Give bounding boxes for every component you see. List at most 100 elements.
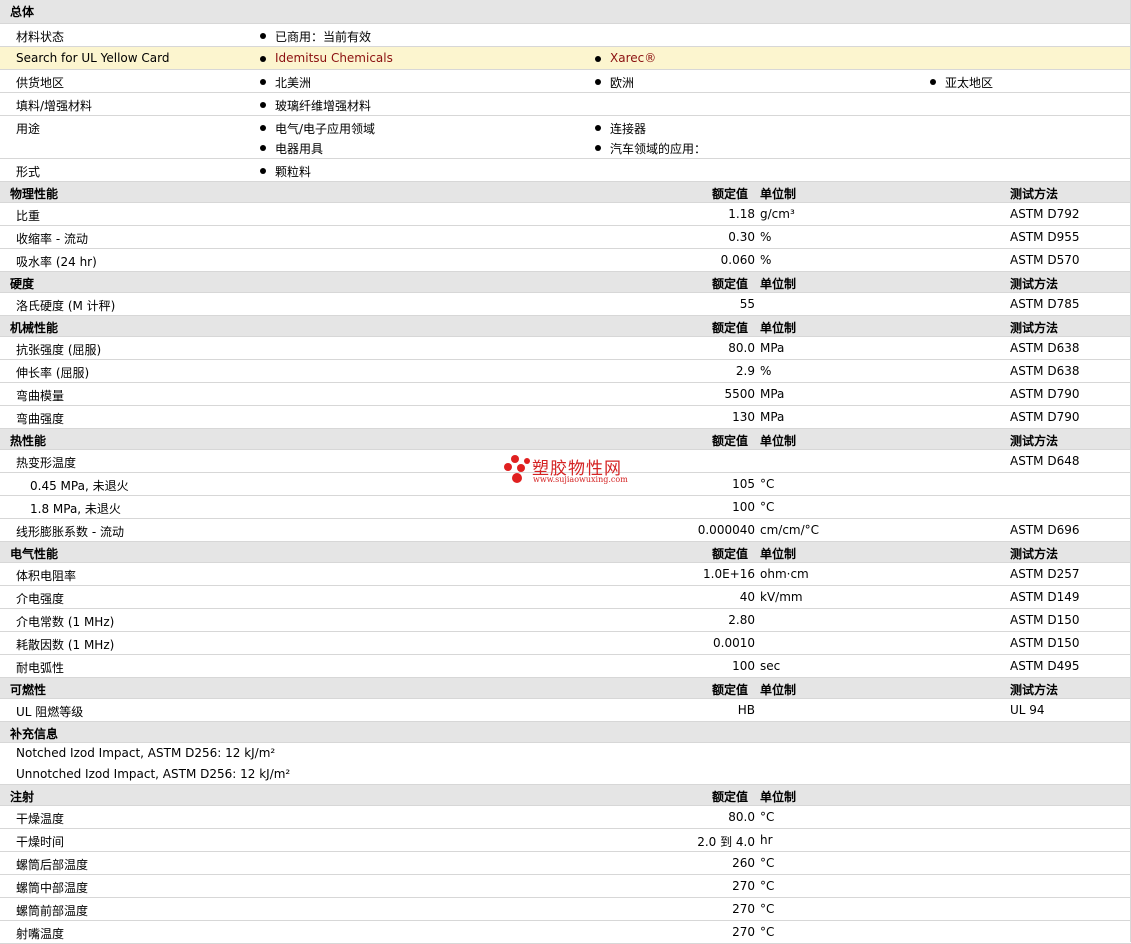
- watermark-url: www.sujiaowuxing.com: [533, 475, 628, 484]
- row-value: 105: [732, 477, 755, 491]
- row-label: 耗散因数 (1 MHz): [16, 638, 115, 652]
- property-row: 吸水率 (24 hr) 0.060% ASTM D570: [0, 249, 1131, 272]
- note-line: Unnotched Izod Impact, ASTM D256: 12 kJ/…: [16, 767, 291, 781]
- row-unit: °C: [760, 856, 775, 870]
- bullet-icon: [595, 145, 601, 151]
- property-row: 耗散因数 (1 MHz) 0.0010 ASTM D150: [0, 632, 1131, 655]
- section-hardness: 硬度 额定值 单位制 测试方法: [0, 272, 1131, 293]
- row-label: 供货地区: [16, 76, 65, 90]
- row-unit: MPa: [760, 387, 785, 401]
- row-value: 2.9: [735, 364, 755, 378]
- row-material-status: 材料状态 已商用：当前有效: [0, 24, 1131, 47]
- bullet-icon: [260, 168, 266, 174]
- row-label: 比重: [16, 209, 41, 223]
- bullet-icon: [595, 125, 601, 131]
- header-nominal: 额定值: [712, 547, 749, 561]
- use-item: 电气/电子应用领域: [275, 122, 376, 136]
- row-method: ASTM D570: [1010, 253, 1080, 267]
- row-value: 玻璃纤维增强材料: [275, 99, 372, 113]
- property-row: 抗张强度 (屈服) 80.0 MPa ASTM D638: [0, 337, 1131, 360]
- row-method: ASTM D955: [1010, 230, 1080, 244]
- property-row: 介电强度 40 kV/mm ASTM D149: [0, 586, 1131, 609]
- property-row: 弯曲强度 130 MPa ASTM D790: [0, 406, 1131, 429]
- header-method: 测试方法: [1010, 321, 1059, 335]
- row-value: 130: [732, 410, 755, 424]
- header-unit: 单位制: [760, 547, 797, 561]
- row-unit: °C: [760, 879, 775, 893]
- ul-link-idemitsu[interactable]: Idemitsu Chemicals: [275, 51, 393, 65]
- note-line: Notched Izod Impact, ASTM D256: 12 kJ/m²: [16, 746, 276, 760]
- row-method: ASTM D257: [1010, 567, 1080, 581]
- row-value: 260: [732, 856, 755, 870]
- row-value: 2.0 到 4.0: [697, 835, 755, 849]
- row-value: 1.0E+16: [703, 567, 755, 581]
- row-label: 形式: [16, 165, 41, 179]
- row-method: ASTM D785: [1010, 297, 1080, 311]
- watermark-logo: 塑胶物性网 www.sujiaowuxing.com: [502, 455, 642, 491]
- bullet-icon: [260, 33, 266, 39]
- section-title: 注射: [10, 790, 35, 804]
- section-title: 电气性能: [10, 547, 59, 561]
- row-value: 1.18: [728, 207, 755, 221]
- header-method: 测试方法: [1010, 683, 1059, 697]
- row-label: 介电强度: [16, 592, 65, 606]
- row-method: ASTM D150: [1010, 636, 1080, 650]
- header-unit: 单位制: [760, 277, 797, 291]
- row-method: ASTM D150: [1010, 613, 1080, 627]
- header-unit: 单位制: [760, 683, 797, 697]
- row-method: ASTM D638: [1010, 341, 1080, 355]
- row-value: 270: [732, 879, 755, 893]
- ul-link-xarec[interactable]: Xarec®: [610, 51, 656, 65]
- section-title: 机械性能: [10, 321, 59, 335]
- header-nominal: 额定值: [712, 790, 749, 804]
- row-value: 2.80: [728, 613, 755, 627]
- row-unit: °C: [760, 810, 775, 824]
- row-value: 0.0010: [713, 636, 755, 650]
- row-value: 80.0: [728, 341, 755, 355]
- bullet-icon: [595, 56, 601, 62]
- row-label: 抗张强度 (屈服): [16, 343, 102, 357]
- row-value: 颗粒料: [275, 165, 312, 179]
- header-unit: 单位制: [760, 187, 797, 201]
- row-value: 270: [732, 902, 755, 916]
- row-label: UL 阻燃等级: [16, 705, 84, 719]
- row-value: 5500: [724, 387, 755, 401]
- property-row: 耐电弧性 100 sec ASTM D495: [0, 655, 1131, 678]
- section-flammability: 可燃性 额定值 单位制 测试方法: [0, 678, 1131, 699]
- header-unit: 单位制: [760, 321, 797, 335]
- property-row: 比重 1.18 g/cm³ ASTM D792: [0, 203, 1131, 226]
- property-row: 洛氏硬度 (M 计秤) 55 ASTM D785: [0, 293, 1131, 316]
- property-row: 干燥时间 2.0 到 4.0 hr: [0, 829, 1131, 852]
- row-method: ASTM D495: [1010, 659, 1080, 673]
- row-label: 干燥时间: [16, 835, 65, 849]
- row-label: 材料状态: [16, 30, 65, 44]
- row-label: 热变形温度: [16, 456, 77, 470]
- row-label: 螺筒前部温度: [16, 904, 89, 918]
- row-method: UL 94: [1010, 703, 1045, 717]
- section-injection: 注射 额定值 单位制: [0, 785, 1131, 806]
- section-general: 总体: [0, 0, 1131, 24]
- property-row: 干燥温度 80.0 °C: [0, 806, 1131, 829]
- section-mechanical: 机械性能 额定值 单位制 测试方法: [0, 316, 1131, 337]
- bullet-icon: [260, 102, 266, 108]
- row-value: 0.000040: [697, 523, 755, 537]
- property-row: 螺筒前部温度 270 °C: [0, 898, 1131, 921]
- row-method: ASTM D149: [1010, 590, 1080, 604]
- use-item: 汽车领域的应用：: [610, 142, 707, 156]
- section-title: 热性能: [10, 434, 47, 448]
- property-row: 伸长率 (屈服) 2.9% ASTM D638: [0, 360, 1131, 383]
- section-thermal: 热性能 额定值 单位制 测试方法: [0, 429, 1131, 450]
- bullet-icon: [930, 79, 936, 85]
- row-label: 弯曲强度: [16, 412, 65, 426]
- use-item: 连接器: [610, 122, 647, 136]
- use-item: 电器用具: [275, 142, 324, 156]
- row-unit: cm/cm/°C: [760, 523, 820, 537]
- row-unit: hr: [760, 833, 773, 847]
- property-row: 体积电阻率 1.0E+16 ohm·cm ASTM D257: [0, 563, 1131, 586]
- header-method: 测试方法: [1010, 434, 1059, 448]
- header-nominal: 额定值: [712, 277, 749, 291]
- row-unit: °C: [760, 902, 775, 916]
- header-nominal: 额定值: [712, 434, 749, 448]
- row-unit: °C: [760, 500, 775, 514]
- bullet-icon: [260, 79, 266, 85]
